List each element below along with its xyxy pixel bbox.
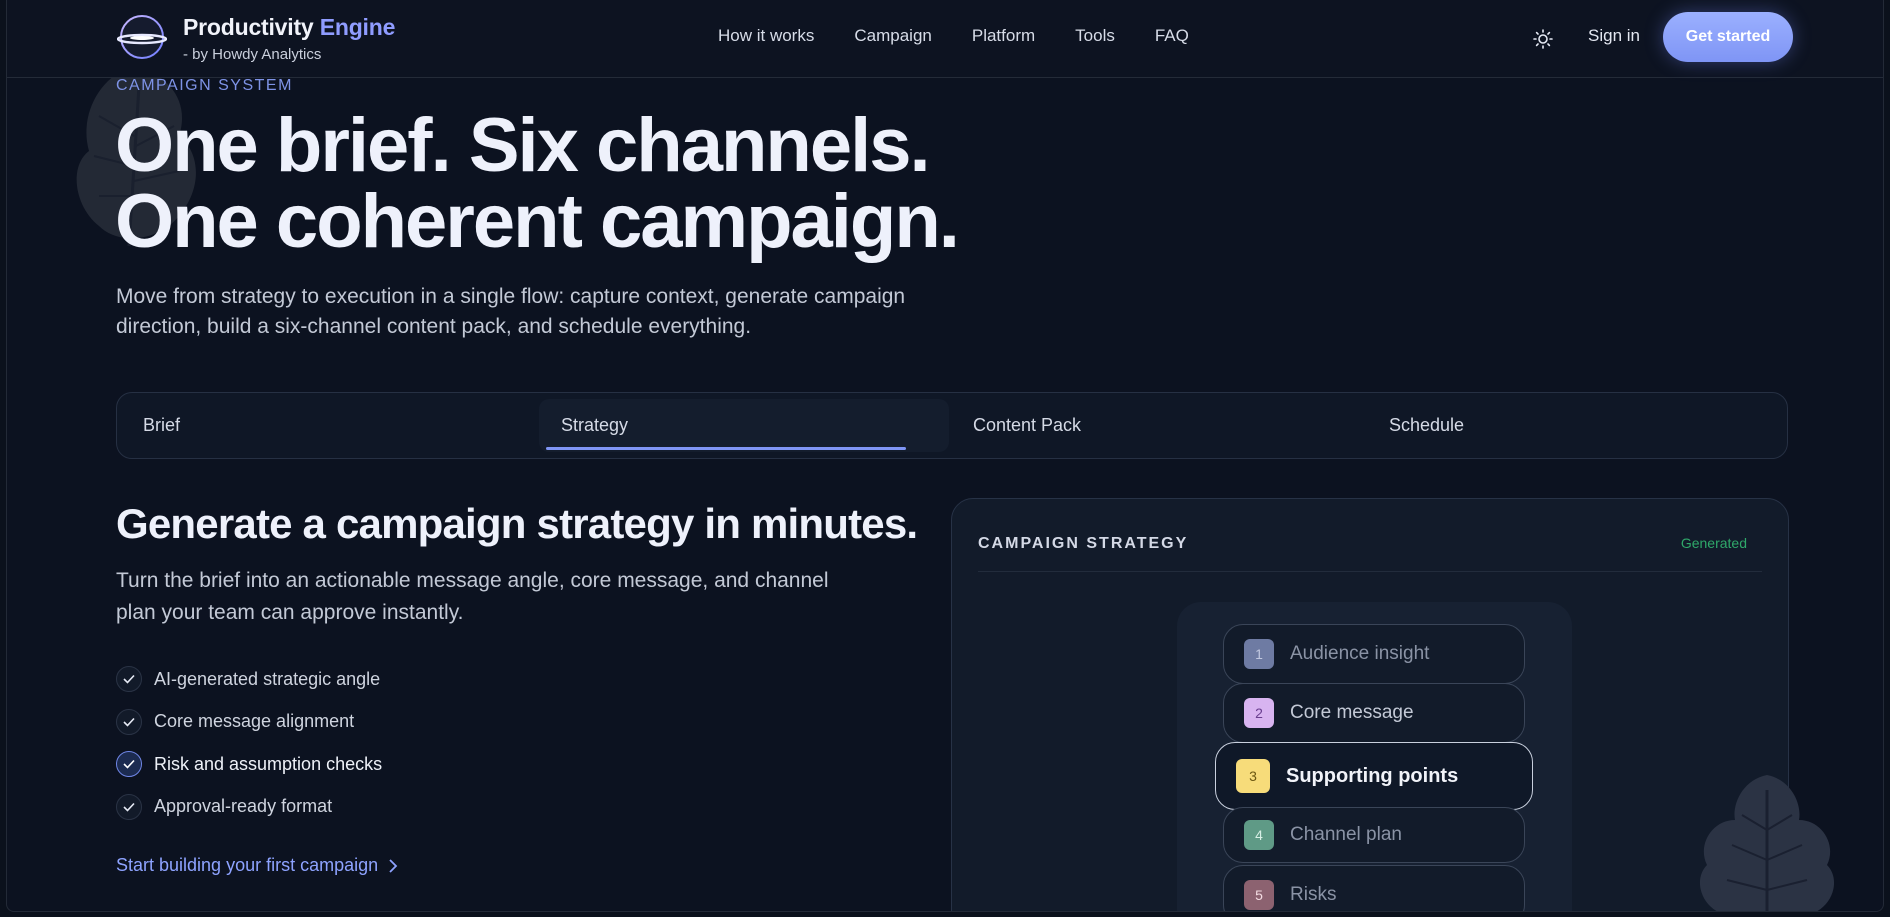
checklist-item: Core message alignment	[116, 701, 382, 744]
campaign-strategy-card: CAMPAIGN STRATEGY Generated 1 Audience i…	[951, 498, 1789, 911]
workflow-tabs: Brief Strategy Content Pack Schedule	[116, 392, 1788, 459]
logo-icon[interactable]	[117, 14, 167, 60]
step-label: Audience insight	[1290, 643, 1430, 664]
check-icon	[116, 793, 142, 820]
check-icon	[116, 751, 142, 778]
step-number: 5	[1244, 880, 1274, 910]
nav-links: How it works Campaign Platform Tools FAQ	[718, 26, 1189, 46]
tab-label: Content Pack	[973, 415, 1082, 435]
checklist-label: AI-generated strategic angle	[154, 668, 381, 689]
step-label: Channel plan	[1290, 824, 1402, 845]
brand-subtitle: - by Howdy Analytics	[183, 46, 322, 63]
strategy-step-supporting-points[interactable]: 3 Supporting points	[1215, 742, 1533, 810]
strategy-step-audience-insight[interactable]: 1 Audience insight	[1223, 624, 1525, 684]
nav-link-how-it-works[interactable]: How it works	[718, 26, 814, 46]
feature-checklist: AI-generated strategic angle Core messag…	[116, 658, 382, 828]
hero-description: Move from strategy to execution in a sin…	[116, 285, 906, 338]
nav-link-tools[interactable]: Tools	[1075, 26, 1115, 46]
tab-schedule[interactable]: Schedule	[1389, 393, 1464, 458]
step-label: Supporting points	[1286, 764, 1459, 787]
step-label: Core message	[1290, 702, 1414, 723]
check-icon	[116, 666, 142, 693]
leaf-decoration-icon	[1699, 775, 1835, 911]
strategy-step-risks[interactable]: 5 Risks	[1223, 865, 1525, 911]
top-navbar: Productivity Engine - by Howdy Analytics…	[7, 0, 1883, 78]
checklist-item: Approval-ready format	[116, 786, 382, 829]
step-number: 2	[1244, 698, 1274, 728]
strategy-step-core-message[interactable]: 2 Core message	[1223, 683, 1525, 743]
nav-link-faq[interactable]: FAQ	[1155, 26, 1189, 46]
tab-label: Brief	[143, 415, 181, 435]
card-divider	[978, 571, 1762, 572]
tab-content-pack[interactable]: Content Pack	[973, 393, 1081, 458]
brand-title[interactable]: Productivity Engine	[183, 14, 395, 41]
sun-icon	[1533, 29, 1553, 49]
card-title: CAMPAIGN STRATEGY	[978, 535, 1189, 552]
checklist-item: AI-generated strategic angle	[116, 658, 382, 701]
hero-title: One brief. Six channels. One coherent ca…	[115, 103, 960, 264]
hero-title-line-2: One coherent campaign.	[115, 179, 960, 264]
nav-link-campaign[interactable]: Campaign	[854, 26, 932, 46]
step-label: Risks	[1290, 884, 1337, 905]
step-number: 4	[1244, 820, 1274, 850]
checklist-label: Approval-ready format	[154, 796, 333, 817]
theme-toggle-button[interactable]	[1528, 24, 1558, 54]
get-started-button[interactable]: Get started	[1663, 12, 1793, 62]
start-building-link-label: Start building your first campaign	[116, 855, 379, 875]
step-number: 3	[1236, 759, 1270, 793]
start-building-link[interactable]: Start building your first campaign	[116, 855, 398, 876]
chevron-right-icon	[389, 858, 398, 873]
strategy-step-channel-plan[interactable]: 4 Channel plan	[1223, 807, 1525, 863]
checklist-label: Risk and assumption checks	[154, 753, 383, 774]
hero-title-line-1: One brief. Six channels.	[115, 103, 931, 188]
nav-link-platform[interactable]: Platform	[972, 26, 1035, 46]
check-icon	[116, 708, 142, 735]
hero-eyebrow: CAMPAIGN SYSTEM	[116, 77, 293, 94]
checklist-item: Risk and assumption checks	[116, 743, 382, 786]
checklist-label: Core message alignment	[154, 711, 355, 732]
tab-brief[interactable]: Brief	[143, 393, 180, 458]
feature-title: Generate a campaign strategy in minutes.	[116, 500, 918, 547]
tab-strategy[interactable]: Strategy	[539, 399, 949, 452]
feature-description: Turn the brief into an actionable messag…	[116, 569, 829, 624]
sign-in-link[interactable]: Sign in	[1588, 26, 1640, 46]
tab-label: Strategy	[561, 415, 629, 435]
step-number: 1	[1244, 639, 1274, 669]
page-frame: Productivity Engine - by Howdy Analytics…	[6, 0, 1884, 912]
status-badge: Generated	[1680, 535, 1747, 551]
tab-label: Schedule	[1389, 415, 1465, 435]
active-tab-indicator	[546, 447, 906, 450]
